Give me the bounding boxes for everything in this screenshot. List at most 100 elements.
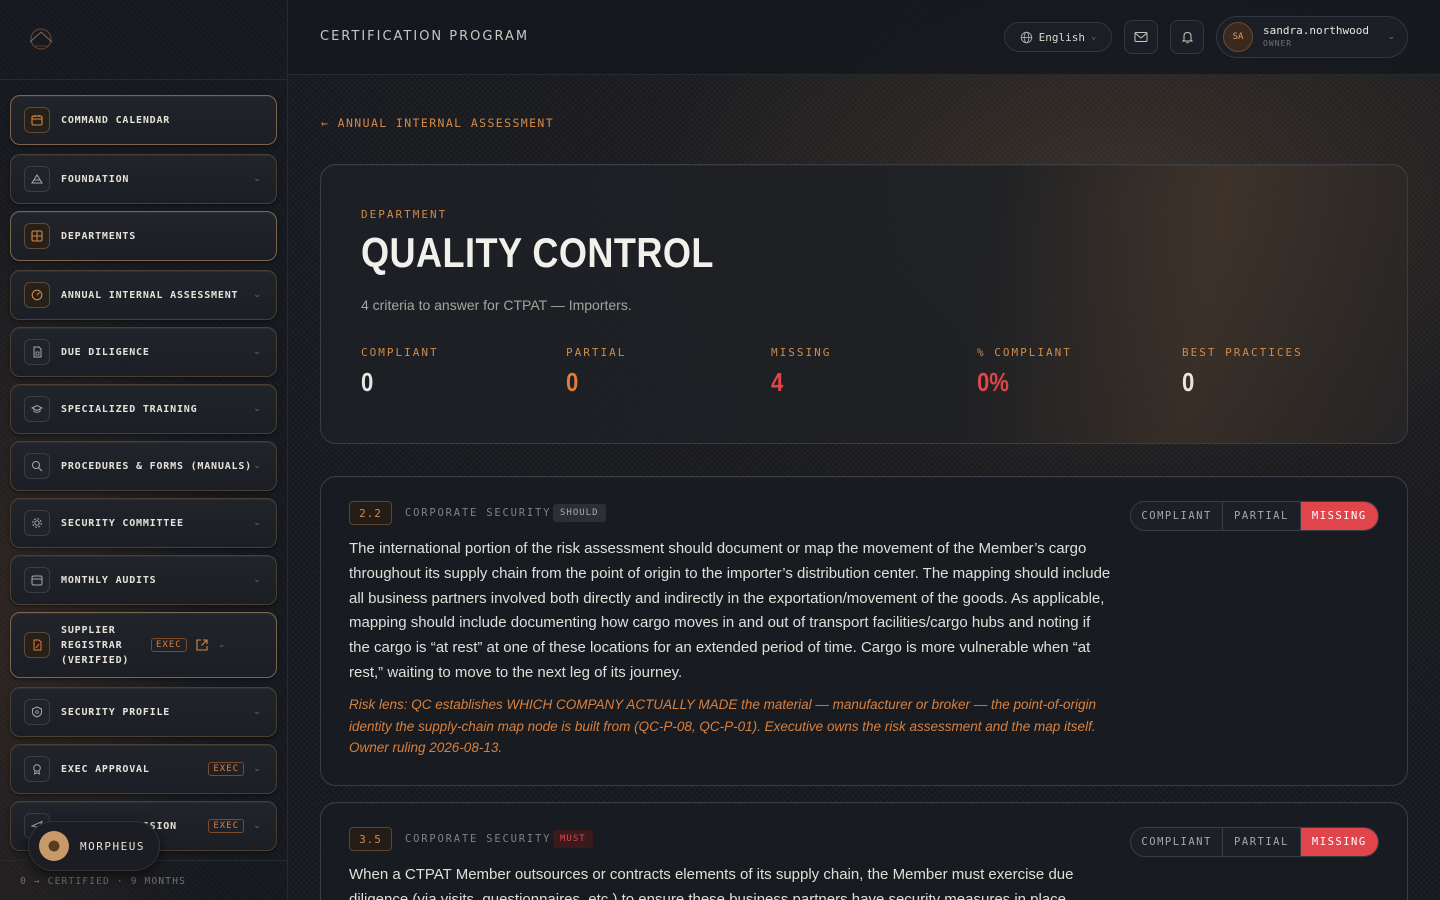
file-edit-icon bbox=[24, 632, 50, 658]
risk-lens-note: Risk lens: QC establishes WHICH COMPANY … bbox=[349, 697, 1097, 756]
globe-icon bbox=[1020, 31, 1032, 43]
award-icon bbox=[24, 756, 50, 782]
user-name: sandra.northwood bbox=[1263, 24, 1369, 37]
stat-value: 0 bbox=[566, 367, 579, 397]
chevron-down-icon[interactable]: ⌄ bbox=[252, 518, 262, 528]
sidebar-item-procedures-forms[interactable]: PROCEDURES & FORMS (MANUALS) ⌄ bbox=[10, 441, 277, 491]
stat-partial: PARTIAL 0 bbox=[566, 346, 626, 398]
status-toggle: COMPLIANT PARTIAL MISSING bbox=[1130, 827, 1379, 857]
status-toggle: COMPLIANT PARTIAL MISSING bbox=[1130, 501, 1379, 531]
sidebar-item-foundation[interactable]: FOUNDATION ⌄ bbox=[10, 154, 277, 204]
sidebar-item-label: MONTHLY AUDITS bbox=[61, 574, 157, 586]
user-menu[interactable]: SA sandra.northwood OWNER ⌄ bbox=[1216, 16, 1408, 58]
sidebar-item-command-calendar[interactable]: COMMAND CALENDAR bbox=[10, 95, 277, 145]
sidebar-item-label: SPECIALIZED TRAINING bbox=[61, 403, 198, 415]
stat-value: 4 bbox=[771, 367, 784, 397]
exec-badge: EXEC bbox=[151, 638, 187, 652]
shield-icon bbox=[24, 699, 50, 725]
sidebar-item-supplier-registrar[interactable]: SUPPLIER REGISTRAR (VERIFIED) EXEC ⌄ bbox=[10, 612, 277, 678]
pyramid-icon bbox=[24, 166, 50, 192]
criterion-category: CORPORATE SECURITY bbox=[405, 833, 552, 845]
sidebar-item-security-committee[interactable]: SECURITY COMMITTEE ⌄ bbox=[10, 498, 277, 548]
chevron-down-icon[interactable]: ⌄ bbox=[252, 347, 262, 357]
logo-area bbox=[0, 0, 287, 80]
requirement-level-badge: MUST bbox=[553, 830, 593, 848]
chevron-down-icon[interactable]: ⌄ bbox=[252, 707, 262, 717]
assistant-label: MORPHEUS bbox=[80, 839, 145, 853]
sidebar-item-label: COMMAND CALENDAR bbox=[61, 114, 171, 126]
stat-label: MISSING bbox=[771, 346, 832, 359]
magnifier-icon bbox=[24, 453, 50, 479]
sidebar: COMMAND CALENDAR FOUNDATION ⌄ DEPARTMENT… bbox=[0, 0, 288, 900]
messages-button[interactable] bbox=[1124, 20, 1158, 54]
sidebar-item-label: DUE DILIGENCE bbox=[61, 346, 150, 358]
user-role: OWNER bbox=[1263, 39, 1293, 48]
chevron-down-icon[interactable]: ⌄ bbox=[252, 290, 262, 300]
sidebar-item-departments[interactable]: DEPARTMENTS bbox=[10, 211, 277, 261]
sidebar-item-due-diligence[interactable]: DUE DILIGENCE ⌄ bbox=[10, 327, 277, 377]
bell-icon bbox=[1181, 31, 1193, 44]
criterion-number: 3.5 bbox=[349, 827, 392, 851]
status-missing-button[interactable]: MISSING bbox=[1300, 828, 1378, 856]
chevron-down-icon[interactable]: ⌄ bbox=[252, 404, 262, 414]
chevron-down-icon[interactable]: ⌄ bbox=[217, 640, 227, 650]
user-info: sandra.northwood OWNER bbox=[1263, 24, 1369, 50]
back-link[interactable]: ← ANNUAL INTERNAL ASSESSMENT bbox=[321, 116, 554, 130]
stat-compliant: COMPLIANT 0 bbox=[361, 346, 439, 398]
department-summary-card: DEPARTMENT QUALITY CONTROL 4 criteria to… bbox=[320, 164, 1408, 444]
status-partial-button[interactable]: PARTIAL bbox=[1223, 828, 1301, 856]
sidebar-item-label: FOUNDATION bbox=[61, 173, 130, 185]
sidebar-item-label: DEPARTMENTS bbox=[61, 230, 137, 242]
sidebar-item-monthly-audits[interactable]: MONTHLY AUDITS ⌄ bbox=[10, 555, 277, 605]
assistant-button[interactable]: MORPHEUS bbox=[28, 821, 160, 871]
criterion-text: When a CTPAT Member outsources or contra… bbox=[349, 866, 1074, 900]
department-subtitle: 4 criteria to answer for CTPAT — Importe… bbox=[361, 297, 632, 313]
sidebar-item-security-profile[interactable]: SECURITY PROFILE ⌄ bbox=[10, 687, 277, 737]
department-title: QUALITY CONTROL bbox=[361, 229, 714, 276]
sidebar-item-exec-approval[interactable]: EXEC APPROVAL EXEC ⌄ bbox=[10, 744, 277, 794]
avatar: SA bbox=[1223, 22, 1253, 52]
status-missing-button[interactable]: MISSING bbox=[1300, 502, 1378, 530]
document-icon bbox=[24, 339, 50, 365]
chevron-down-icon[interactable]: ⌄ bbox=[252, 461, 262, 471]
chevron-down-icon: ⌄ bbox=[1387, 32, 1395, 42]
status-compliant-button[interactable]: COMPLIANT bbox=[1131, 502, 1224, 530]
criterion-category: CORPORATE SECURITY bbox=[405, 507, 552, 519]
assistant-orb-icon bbox=[39, 831, 69, 861]
sidebar-item-annual-internal-assessment[interactable]: ANNUAL INTERNAL ASSESSMENT ⌄ bbox=[10, 270, 277, 320]
page-title: CERTIFICATION PROGRAM bbox=[320, 29, 530, 44]
department-kicker: DEPARTMENT bbox=[361, 208, 448, 221]
status-partial-button[interactable]: PARTIAL bbox=[1223, 502, 1301, 530]
criterion-card: 3.5 CORPORATE SECURITY MUST COMPLIANT PA… bbox=[320, 802, 1408, 900]
criterion-text: The international portion of the risk as… bbox=[349, 540, 1111, 681]
chevron-down-icon[interactable]: ⌄ bbox=[252, 575, 262, 585]
grid-icon bbox=[24, 223, 50, 249]
language-selector[interactable]: English ⌄ bbox=[1004, 22, 1112, 52]
chevron-down-icon: ⌄ bbox=[1090, 32, 1097, 42]
top-header: CERTIFICATION PROGRAM English ⌄ SA sandr… bbox=[288, 0, 1440, 75]
calendar-icon bbox=[24, 567, 50, 593]
stat-label: % COMPLIANT bbox=[977, 346, 1072, 359]
external-link-icon[interactable] bbox=[195, 638, 209, 652]
chevron-down-icon[interactable]: ⌄ bbox=[252, 764, 262, 774]
language-label: English bbox=[1038, 30, 1085, 44]
exec-badge: EXEC bbox=[208, 819, 244, 833]
status-compliant-button[interactable]: COMPLIANT bbox=[1131, 828, 1224, 856]
sidebar-item-specialized-training[interactable]: SPECIALIZED TRAINING ⌄ bbox=[10, 384, 277, 434]
stat-missing: MISSING 4 bbox=[771, 346, 831, 398]
exec-badge: EXEC bbox=[208, 762, 244, 776]
criterion-number: 2.2 bbox=[349, 501, 392, 525]
sidebar-item-label: ANNUAL INTERNAL ASSESSMENT bbox=[61, 289, 239, 301]
chevron-down-icon[interactable]: ⌄ bbox=[252, 821, 262, 831]
criterion-card: 2.2 CORPORATE SECURITY SHOULD COMPLIANT … bbox=[320, 476, 1408, 786]
calendar-icon bbox=[24, 107, 50, 133]
sidebar-item-label: EXEC APPROVAL bbox=[61, 763, 150, 775]
brand-logo[interactable] bbox=[26, 26, 56, 52]
sidebar-item-label: SUPPLIER REGISTRAR (VERIFIED) bbox=[61, 624, 130, 666]
chevron-down-icon[interactable]: ⌄ bbox=[252, 174, 262, 184]
stat-label: PARTIAL bbox=[566, 346, 627, 359]
stat-value: 0 bbox=[1182, 367, 1195, 397]
graduation-cap-icon bbox=[24, 396, 50, 422]
sidebar-item-label: SECURITY COMMITTEE bbox=[61, 517, 184, 529]
notifications-button[interactable] bbox=[1170, 20, 1204, 54]
